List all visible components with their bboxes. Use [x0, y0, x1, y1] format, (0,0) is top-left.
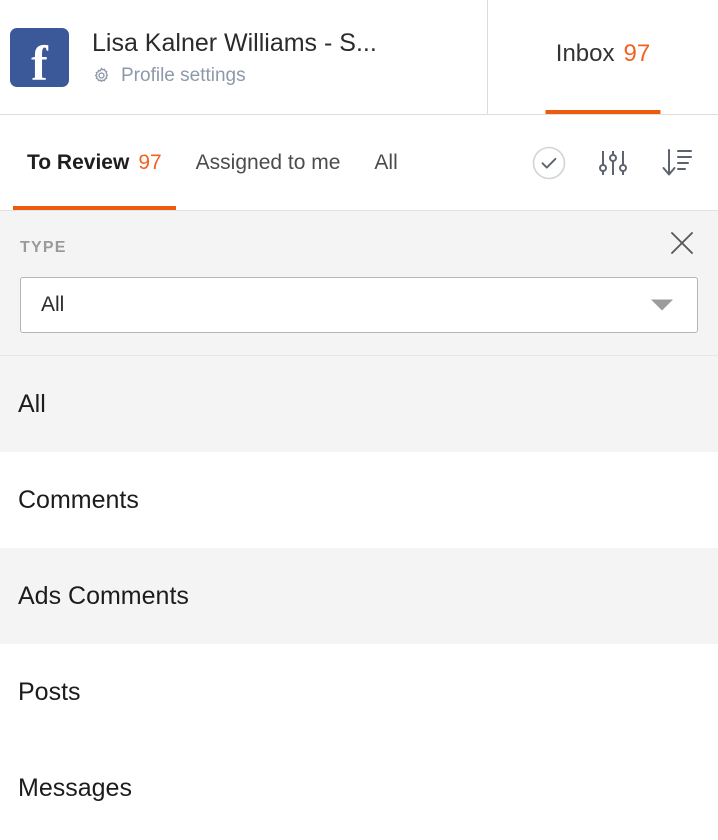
tab-inbox[interactable]: Inbox 97 [488, 0, 718, 114]
tab-to-review-label: To Review [27, 151, 129, 175]
list-item[interactable]: Ads Comments [0, 548, 718, 644]
close-icon[interactable] [668, 229, 700, 261]
profile-block[interactable]: f Lisa Kalner Williams - S... Profile se… [0, 0, 488, 114]
filter-sliders-icon[interactable] [597, 147, 629, 179]
tab-assigned-to-me-label: Assigned to me [196, 151, 341, 175]
sort-descending-icon[interactable] [660, 147, 694, 179]
type-option-list: All Comments Ads Comments Posts Messages [0, 356, 718, 836]
list-item[interactable]: Posts [0, 644, 718, 740]
tab-assigned-to-me[interactable]: Assigned to me [179, 115, 358, 210]
profile-text: Lisa Kalner Williams - S... Profile sett… [92, 28, 377, 87]
profile-settings-link[interactable]: Profile settings [92, 65, 377, 87]
list-item[interactable]: Comments [0, 452, 718, 548]
list-item[interactable]: Messages [0, 740, 718, 836]
page-title: Lisa Kalner Williams - S... [92, 28, 377, 58]
facebook-f-glyph: f [10, 28, 69, 87]
tab-to-review[interactable]: To Review 97 [10, 115, 179, 210]
type-select-value: All [41, 293, 64, 317]
tab-inbox-label: Inbox [556, 40, 615, 68]
check-circle-icon[interactable] [532, 146, 566, 180]
tab-all-label: All [374, 151, 397, 175]
profile-settings-label: Profile settings [121, 65, 246, 87]
tab-to-review-count: 97 [138, 151, 161, 175]
tab-all[interactable]: All [357, 115, 414, 210]
inbox-screen: f Lisa Kalner Williams - S... Profile se… [0, 0, 718, 840]
list-item[interactable]: All [0, 356, 718, 452]
type-select[interactable]: All [20, 277, 698, 333]
facebook-logo-icon: f [10, 28, 69, 87]
type-filter-panel: TYPE All [0, 211, 718, 356]
tab-inbox-inner: Inbox 97 [556, 40, 650, 74]
tabbar-tool-icons [532, 146, 718, 180]
chevron-down-icon [651, 300, 673, 311]
type-filter-label: TYPE [20, 239, 698, 257]
gear-icon [92, 66, 111, 85]
filter-tabs: To Review 97 Assigned to me All [0, 115, 415, 210]
tab-inbox-active-underline [546, 110, 661, 114]
tab-inbox-count: 97 [624, 40, 651, 68]
page-header: f Lisa Kalner Williams - S... Profile se… [0, 0, 718, 115]
filter-tabbar: To Review 97 Assigned to me All [0, 115, 718, 211]
tab-to-review-active-underline [13, 206, 176, 210]
